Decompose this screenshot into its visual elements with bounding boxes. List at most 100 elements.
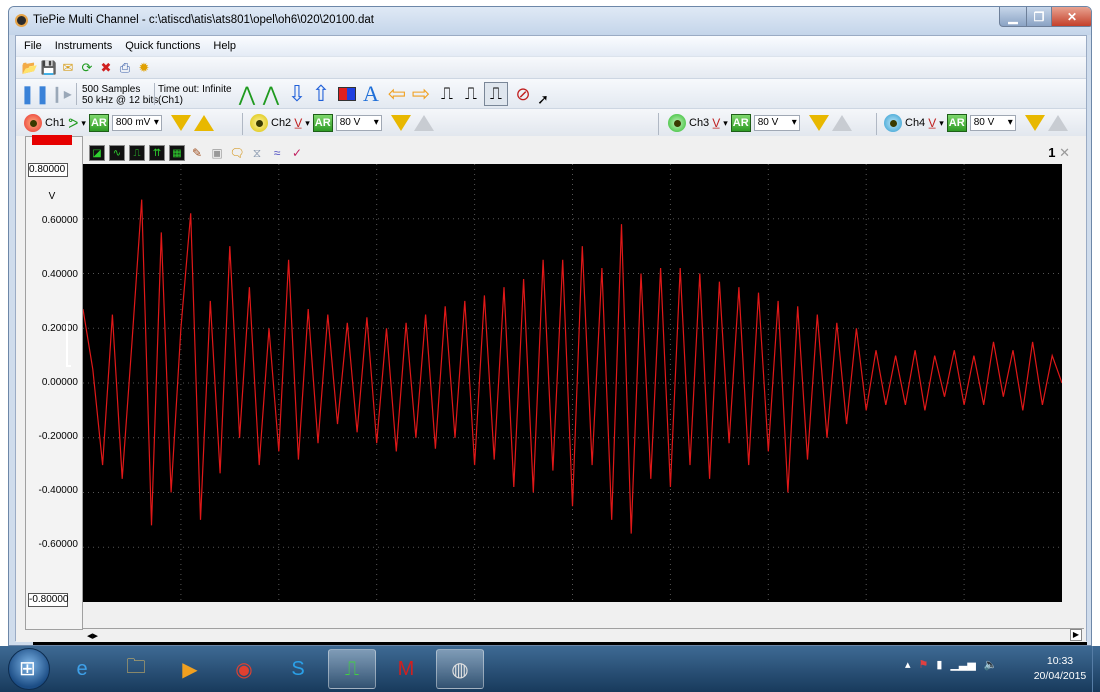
ch1-coupling-icon[interactable]: ᕗ <box>68 115 78 132</box>
ch4-range-up-icon[interactable] <box>1047 115 1068 131</box>
single-run-icon[interactable]: ❙▸ <box>50 82 71 106</box>
ch3-indicator-icon[interactable] <box>668 114 686 132</box>
open-folder-icon[interactable]: 📂 <box>22 60 38 76</box>
ch4-autorange-button[interactable]: AR <box>946 114 967 132</box>
ch2-coupling-icon[interactable]: V̲ <box>294 116 302 130</box>
title-bar[interactable]: TiePie Multi Channel - c:\atiscd\atis\at… <box>9 7 1091 35</box>
scroll-handle-icon[interactable]: ◂▸ <box>87 629 98 642</box>
ch3-range-select[interactable]: 80 V <box>753 115 800 131</box>
ch2-autorange-button[interactable]: AR <box>312 114 333 132</box>
spectrum-mode-icon[interactable]: ⇈ <box>149 145 165 161</box>
refresh-icon[interactable]: ⟳ <box>79 60 95 76</box>
delete-icon[interactable]: ✖ <box>98 60 114 76</box>
trigger-mode-icon[interactable]: ⎍ <box>436 82 458 106</box>
rec-mode-icon[interactable]: ⎍ <box>129 145 145 161</box>
ch4-range-select[interactable]: 80 V <box>969 115 1016 131</box>
menu-help[interactable]: Help <box>213 40 236 52</box>
arrow-up-icon[interactable]: ⇧ <box>310 81 332 106</box>
menu-file[interactable]: File <box>24 40 42 52</box>
ch2-indicator-icon[interactable] <box>250 114 268 132</box>
pause-icon[interactable]: ❚❚ <box>20 82 50 106</box>
media-player-taskbar-icon[interactable]: ▶ <box>166 649 214 689</box>
volume-icon[interactable]: 🔈 <box>984 658 998 671</box>
trigger-timeout-icon[interactable]: ⎍ <box>460 82 482 106</box>
network-icon[interactable]: ▁▃▅ <box>950 658 975 671</box>
tray-expand-icon[interactable]: ▴ <box>905 658 911 671</box>
ch3-range-down-icon[interactable] <box>808 115 829 131</box>
copy-icon[interactable]: ▣ <box>209 145 225 161</box>
ch1-offset-marker[interactable] <box>66 321 71 367</box>
tiepie-taskbar-icon[interactable]: ◍ <box>436 649 484 689</box>
close-scope-icon[interactable]: ✕ <box>1059 145 1070 160</box>
falling-slope-icon[interactable]: ⋀ <box>260 82 282 106</box>
ch4-coupling-icon[interactable]: V̲ <box>928 116 936 130</box>
ch2-range-select[interactable]: 80 V <box>335 115 382 131</box>
mcafee-taskbar-icon[interactable]: M <box>382 649 430 689</box>
ch2-range-down-icon[interactable] <box>390 115 411 131</box>
maximize-button[interactable]: ❐ <box>1026 7 1052 27</box>
meter-mode-icon[interactable]: ▦ <box>169 145 185 161</box>
minimize-button[interactable]: ▁ <box>999 7 1027 27</box>
close-window-button[interactable]: ✕ <box>1051 7 1091 27</box>
taskbar-clock[interactable]: 10:33 20/04/2015 <box>1030 654 1090 684</box>
ch4-coupling-dropdown-icon[interactable]: ▾ <box>939 118 944 129</box>
ch1-range-down-icon[interactable] <box>170 115 191 131</box>
action-center-icon[interactable]: ⚑ <box>919 658 929 671</box>
print-icon[interactable]: ⎙ <box>117 60 133 76</box>
trace-check-icon[interactable]: ✓ <box>289 145 305 161</box>
horizontal-scrollbar[interactable]: ◂▸ ▶ <box>83 628 1084 642</box>
tiepie-app-icon[interactable] <box>15 14 28 27</box>
chrome-taskbar-icon[interactable]: ◉ <box>220 649 268 689</box>
channel-4-group: Ch4 V̲ ▾ AR 80 V <box>884 112 1068 134</box>
start-button[interactable] <box>8 648 50 690</box>
ch1-autorange-button[interactable]: AR <box>88 114 109 132</box>
arrow-down-icon[interactable]: ⇩ <box>286 81 308 106</box>
arrow-left-icon[interactable]: ⇦ <box>386 81 408 106</box>
xy-mode-icon[interactable]: ∿ <box>109 145 125 161</box>
save-icon[interactable]: 💾 <box>41 60 57 76</box>
y-axis-max[interactable]: 0.80000 <box>28 163 68 177</box>
scope-mode-icon[interactable]: ◪ <box>89 145 105 161</box>
ch4-range-down-icon[interactable] <box>1024 115 1045 131</box>
channel-colors-icon[interactable] <box>336 82 358 106</box>
trigger-info[interactable]: Time out: Infinite (Ch1) <box>158 84 232 106</box>
samples-info[interactable]: 500 Samples 50 kHz @ 12 bits <box>82 84 158 106</box>
ie-taskbar-icon[interactable]: e <box>58 649 106 689</box>
ch1-indicator-icon[interactable] <box>24 114 42 132</box>
text-annotation-icon[interactable]: A <box>360 81 382 106</box>
ch4-indicator-icon[interactable] <box>884 114 902 132</box>
scope-plot[interactable] <box>83 164 1062 602</box>
ch3-coupling-icon[interactable]: V̲ <box>712 116 720 130</box>
channel-bar: Ch1 ᕗ ▾ AR 800 mV Ch2 V̲ ▾ AR 80 V <box>16 108 1086 136</box>
ch3-range-up-icon[interactable] <box>831 115 852 131</box>
ch1-range-select[interactable]: 800 mV <box>111 115 162 131</box>
pencil-icon[interactable]: ✎ <box>189 145 205 161</box>
math-icon[interactable]: ≈ <box>269 145 285 161</box>
ch3-coupling-dropdown-icon[interactable]: ▾ <box>723 118 728 129</box>
explorer-taskbar-icon[interactable]: 🗀 <box>112 649 160 689</box>
menu-instruments[interactable]: Instruments <box>55 40 112 52</box>
y-tick-label: -0.20000 <box>38 431 78 442</box>
power-icon[interactable]: ▮ <box>936 658 942 671</box>
scope-app-taskbar-icon[interactable]: ⎍ <box>328 649 376 689</box>
trigger-delay-icon[interactable]: ⎍ <box>484 82 508 106</box>
email-icon[interactable]: ✉ <box>60 60 76 76</box>
skype-taskbar-icon[interactable]: S <box>274 649 322 689</box>
y-axis-panel[interactable]: 0.80000 V 0.60000 0.40000 0.20000 0.0000… <box>25 136 83 630</box>
ch2-coupling-dropdown-icon[interactable]: ▾ <box>305 118 310 129</box>
zoom-icon[interactable]: ⧖ <box>249 145 265 161</box>
ch1-range-up-icon[interactable] <box>193 115 214 131</box>
scroll-right-icon[interactable]: ▶ <box>1070 629 1082 641</box>
arrow-right-icon[interactable]: ⇨ <box>410 81 432 106</box>
settings-icon[interactable]: ✹ <box>136 60 152 76</box>
y-axis-min[interactable]: -0.80000 <box>28 593 68 607</box>
show-desktop-button[interactable] <box>1092 646 1100 692</box>
ch3-autorange-button[interactable]: AR <box>730 114 751 132</box>
ch2-range-up-icon[interactable] <box>413 115 434 131</box>
ch1-coupling-dropdown-icon[interactable]: ▾ <box>81 118 86 129</box>
disable-trigger-icon[interactable]: ⊘ <box>512 82 534 106</box>
menu-quick-functions[interactable]: Quick functions <box>125 40 200 52</box>
cursor-tooltip-icon[interactable]: 🗨 <box>229 145 245 161</box>
rising-slope-icon[interactable]: ⋀ <box>236 82 258 106</box>
separator <box>658 113 659 135</box>
